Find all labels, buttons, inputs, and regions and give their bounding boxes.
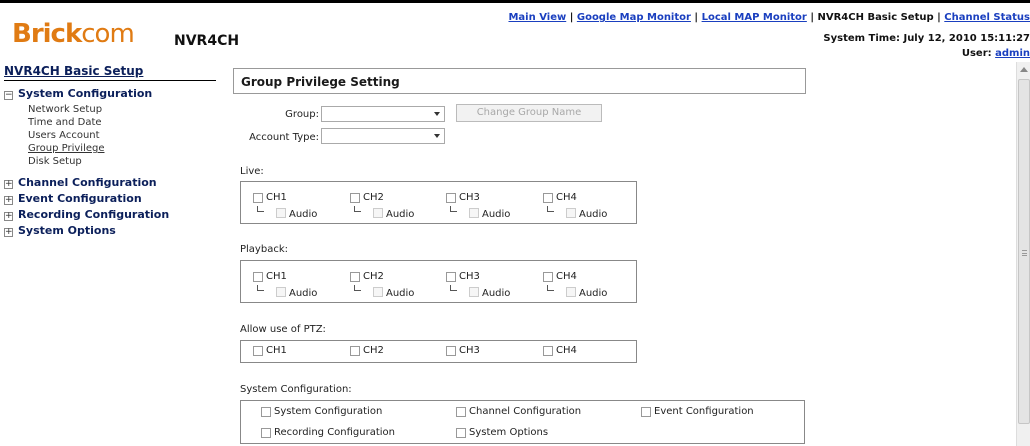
live-ch1-checkbox[interactable] — [253, 193, 263, 203]
group-select[interactable] — [321, 106, 445, 122]
tree-connector-icon — [257, 285, 264, 291]
ptz-label: Allow use of PTZ: — [240, 324, 326, 335]
tree-connector-icon — [257, 206, 264, 212]
sidebar-group-channel-configuration[interactable]: + Channel Configuration — [4, 176, 157, 189]
nav-basic-setup: NVR4CH Basic Setup — [817, 12, 934, 23]
sidebar-item-group-privilege[interactable]: Group Privilege — [28, 143, 105, 154]
tree-connector-icon — [450, 206, 457, 212]
playback-ch3-checkbox[interactable] — [446, 272, 456, 282]
system-time: System Time: July 12, 2010 15:11:27 — [823, 33, 1030, 44]
playback-ch2-checkbox[interactable] — [350, 272, 360, 282]
sidebar-item-users-account[interactable]: Users Account — [28, 130, 100, 141]
group-label: Group: — [285, 109, 319, 120]
sidebar-item-disk-setup[interactable]: Disk Setup — [28, 156, 82, 167]
nav-main-view[interactable]: Main View — [508, 12, 566, 23]
playback-ch1-checkbox[interactable] — [253, 272, 263, 282]
vertical-scrollbar[interactable] — [1016, 62, 1030, 446]
nav-local-map-monitor[interactable]: Local MAP Monitor — [702, 12, 807, 23]
live-box: CH1 Audio CH2 Audio CH3 Audio CH4 Audio — [240, 181, 637, 224]
brickcom-logo: Brickcom — [12, 19, 135, 49]
scroll-up-arrow-icon[interactable] — [1020, 67, 1028, 72]
scroll-thumb[interactable] — [1018, 79, 1030, 424]
playback-ch2-audio-checkbox[interactable] — [373, 287, 383, 297]
header: Brickcom NVR4CH Main View | Google Map M… — [0, 0, 1030, 59]
playback-ch3-audio-checkbox[interactable] — [469, 287, 479, 297]
live-ch2-audio-checkbox[interactable] — [373, 208, 383, 218]
sidebar-group-event-configuration[interactable]: + Event Configuration — [4, 192, 142, 205]
sysconf-system-configuration-checkbox[interactable] — [261, 407, 271, 417]
sysconf-event-configuration-checkbox[interactable] — [641, 407, 651, 417]
change-group-name-button[interactable]: Change Group Name — [456, 104, 602, 122]
tree-connector-icon — [547, 206, 554, 212]
ptz-ch3-checkbox[interactable] — [446, 346, 456, 356]
tree-connector-icon — [354, 285, 361, 291]
playback-ch4-audio-checkbox[interactable] — [566, 287, 576, 297]
expand-icon[interactable]: + — [4, 212, 13, 221]
playback-label: Playback: — [240, 244, 288, 255]
expand-icon[interactable]: + — [4, 180, 13, 189]
live-ch3-checkbox[interactable] — [446, 193, 456, 203]
sysconf-system-options-checkbox[interactable] — [456, 428, 466, 438]
main-content: Group Privilege Setting Group: Change Gr… — [231, 64, 1016, 446]
live-label: Live: — [240, 166, 264, 177]
ptz-ch4-checkbox[interactable] — [543, 346, 553, 356]
live-ch1-audio-checkbox[interactable] — [276, 208, 286, 218]
sidebar-item-network-setup[interactable]: Network Setup — [28, 104, 102, 115]
sysconf-label: System Configuration: — [240, 384, 352, 395]
user-info: User: admin — [961, 48, 1030, 59]
model-name: NVR4CH — [174, 33, 240, 49]
sysconf-channel-configuration-checkbox[interactable] — [456, 407, 466, 417]
expand-icon[interactable]: + — [4, 228, 13, 237]
chevron-down-icon — [434, 112, 440, 116]
sidebar-group-system-options[interactable]: + System Options — [4, 224, 116, 237]
nav-channel-status[interactable]: Channel Status — [944, 12, 1030, 23]
playback-ch4-checkbox[interactable] — [543, 272, 553, 282]
sidebar-group-recording-configuration[interactable]: + Recording Configuration — [4, 208, 169, 221]
live-ch2-checkbox[interactable] — [350, 193, 360, 203]
expand-icon[interactable]: + — [4, 196, 13, 205]
playback-ch1-audio-checkbox[interactable] — [276, 287, 286, 297]
live-ch3-audio-checkbox[interactable] — [469, 208, 479, 218]
tree-connector-icon — [547, 285, 554, 291]
nav-google-map-monitor[interactable]: Google Map Monitor — [577, 12, 691, 23]
sidebar-group-system-configuration[interactable]: − System Configuration — [4, 87, 152, 100]
live-ch4-checkbox[interactable] — [543, 193, 553, 203]
account-type-label: Account Type: — [249, 132, 319, 143]
ptz-box: CH1 CH2 CH3 CH4 — [240, 340, 637, 363]
live-ch4-audio-checkbox[interactable] — [566, 208, 576, 218]
ptz-ch1-checkbox[interactable] — [253, 346, 263, 356]
page-title: Group Privilege Setting — [241, 75, 400, 89]
sidebar: NVR4CH Basic Setup − System Configuration… — [0, 62, 222, 446]
sidebar-item-time-and-date[interactable]: Time and Date — [28, 117, 102, 128]
chevron-down-icon — [434, 134, 440, 138]
top-navigation: Main View | Google Map Monitor | Local M… — [508, 12, 1030, 23]
tree-connector-icon — [354, 206, 361, 212]
sidebar-title[interactable]: NVR4CH Basic Setup — [4, 64, 143, 78]
sysconf-recording-configuration-checkbox[interactable] — [261, 428, 271, 438]
sidebar-divider — [4, 80, 216, 81]
user-link[interactable]: admin — [995, 48, 1030, 59]
sysconf-box: System Configuration Channel Configurati… — [240, 400, 805, 444]
playback-box: CH1 Audio CH2 Audio CH3 Audio CH4 Audio — [240, 260, 637, 303]
ptz-ch2-checkbox[interactable] — [350, 346, 360, 356]
page-title-box: Group Privilege Setting — [233, 68, 806, 94]
tree-connector-icon — [450, 285, 457, 291]
collapse-icon[interactable]: − — [4, 91, 13, 100]
grip-icon — [1022, 250, 1027, 256]
account-type-select[interactable] — [321, 128, 445, 144]
